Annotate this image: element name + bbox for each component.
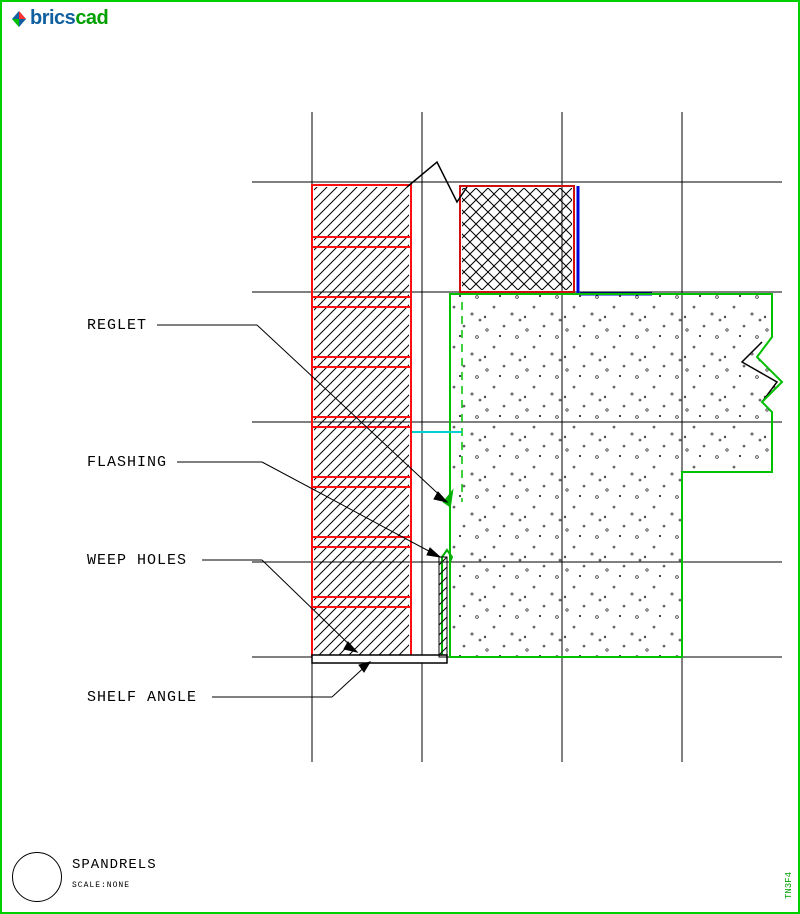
cmu-backup (460, 186, 652, 294)
drawing-scale: SCALE:NONE (72, 881, 157, 890)
drawing-title: SPANDRELS (72, 857, 157, 873)
label-weep-holes: WEEP HOLES (87, 552, 187, 569)
drawing-code: TN3F4 (784, 872, 794, 899)
label-shelf-angle: SHELF ANGLE (87, 689, 197, 706)
detail-bubble (12, 852, 62, 902)
label-flashing: FLASHING (87, 454, 167, 471)
brick-veneer (312, 185, 411, 657)
label-reglet: REGLET (87, 317, 147, 334)
concrete-slab (412, 294, 782, 657)
title-block: SPANDRELS SCALE:NONE (12, 852, 157, 902)
